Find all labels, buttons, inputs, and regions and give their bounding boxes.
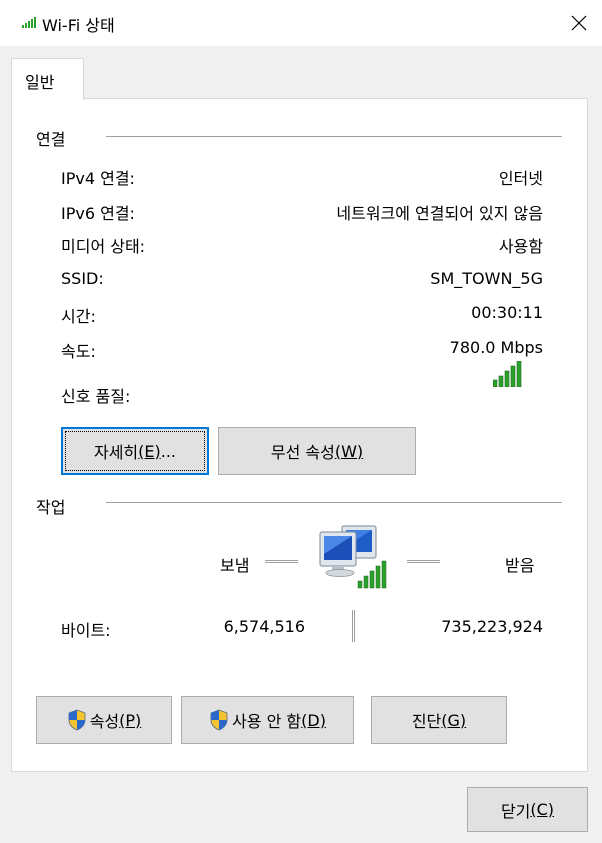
close-icon (571, 15, 587, 31)
uac-shield-icon (210, 709, 228, 731)
sent-line (265, 560, 298, 563)
media-state-label: 미디어 상태: (61, 237, 146, 256)
bytes-received-value: 735,223,924 (441, 617, 543, 636)
wireless-properties-button[interactable]: 무선 속성 (W) (218, 427, 416, 475)
diagnose-button[interactable]: 진단 (G) (371, 696, 507, 744)
ipv4-label: IPv4 연결: (61, 169, 135, 188)
signal-bar (516, 361, 522, 387)
window-title: Wi-Fi 상태 (42, 16, 115, 35)
diagnose-button-label: 진단 (411, 712, 442, 731)
wireless-button-mnemonic: (W) (334, 441, 364, 461)
ipv6-value: 네트워크에 연결되어 있지 않음 (336, 204, 543, 223)
duration-value: 00:30:11 (471, 303, 543, 322)
diagnose-button-mnemonic: (G) (441, 710, 467, 730)
details-button[interactable]: 자세히 (E)... (61, 427, 209, 475)
bytes-separator (352, 610, 355, 642)
bytes-sent-value: 6,574,516 (223, 617, 305, 636)
network-computers-icon (319, 525, 387, 589)
activity-heading: 작업 (36, 498, 66, 517)
speed-value: 780.0 Mbps (449, 338, 543, 357)
signal-quality-icon (493, 361, 522, 387)
wireless-button-label: 무선 속성 (270, 443, 335, 462)
title-bar: Wi-Fi 상태 (0, 0, 602, 46)
signal-bar (510, 365, 516, 387)
received-label: 받음 (505, 556, 535, 575)
bytes-label: 바이트: (61, 621, 111, 640)
disable-button-mnemonic: (D) (301, 710, 326, 730)
properties-button-label: 속성 (89, 712, 120, 731)
duration-label: 시간: (61, 307, 96, 326)
signal-bar (493, 379, 498, 387)
close-button-label: 닫기 (500, 801, 531, 821)
tab-general-label: 일반 (25, 73, 55, 92)
ssid-label: SSID: (61, 269, 104, 288)
sent-label: 보냄 (220, 556, 250, 575)
focus-rectangle (65, 431, 205, 471)
close-button-mnemonic: (C) (530, 800, 555, 819)
close-button[interactable]: 닫기 (C) (467, 787, 588, 832)
connection-divider (106, 136, 562, 137)
ssid-value: SM_TOWN_5G (430, 269, 543, 288)
received-line (407, 560, 440, 563)
signal-bar (498, 375, 504, 387)
disable-button[interactable]: 사용 안 함 (D) (181, 696, 354, 744)
close-window-button[interactable] (556, 0, 602, 46)
properties-button-mnemonic: (P) (119, 710, 142, 730)
media-state-value: 사용함 (498, 237, 543, 256)
ipv4-value: 인터넷 (498, 169, 543, 188)
uac-shield-icon (68, 709, 86, 731)
signal-bar (504, 370, 510, 387)
disable-button-label: 사용 안 함 (232, 712, 302, 731)
connection-heading: 연결 (36, 130, 66, 149)
properties-button[interactable]: 속성 (P) (36, 696, 172, 744)
ipv6-label: IPv6 연결: (61, 204, 135, 223)
speed-label: 속도: (61, 342, 96, 361)
tab-general[interactable]: 일반 (11, 58, 84, 100)
signal-quality-label: 신호 품질: (61, 387, 131, 406)
wifi-signal-icon (22, 17, 36, 28)
activity-divider (106, 502, 562, 503)
